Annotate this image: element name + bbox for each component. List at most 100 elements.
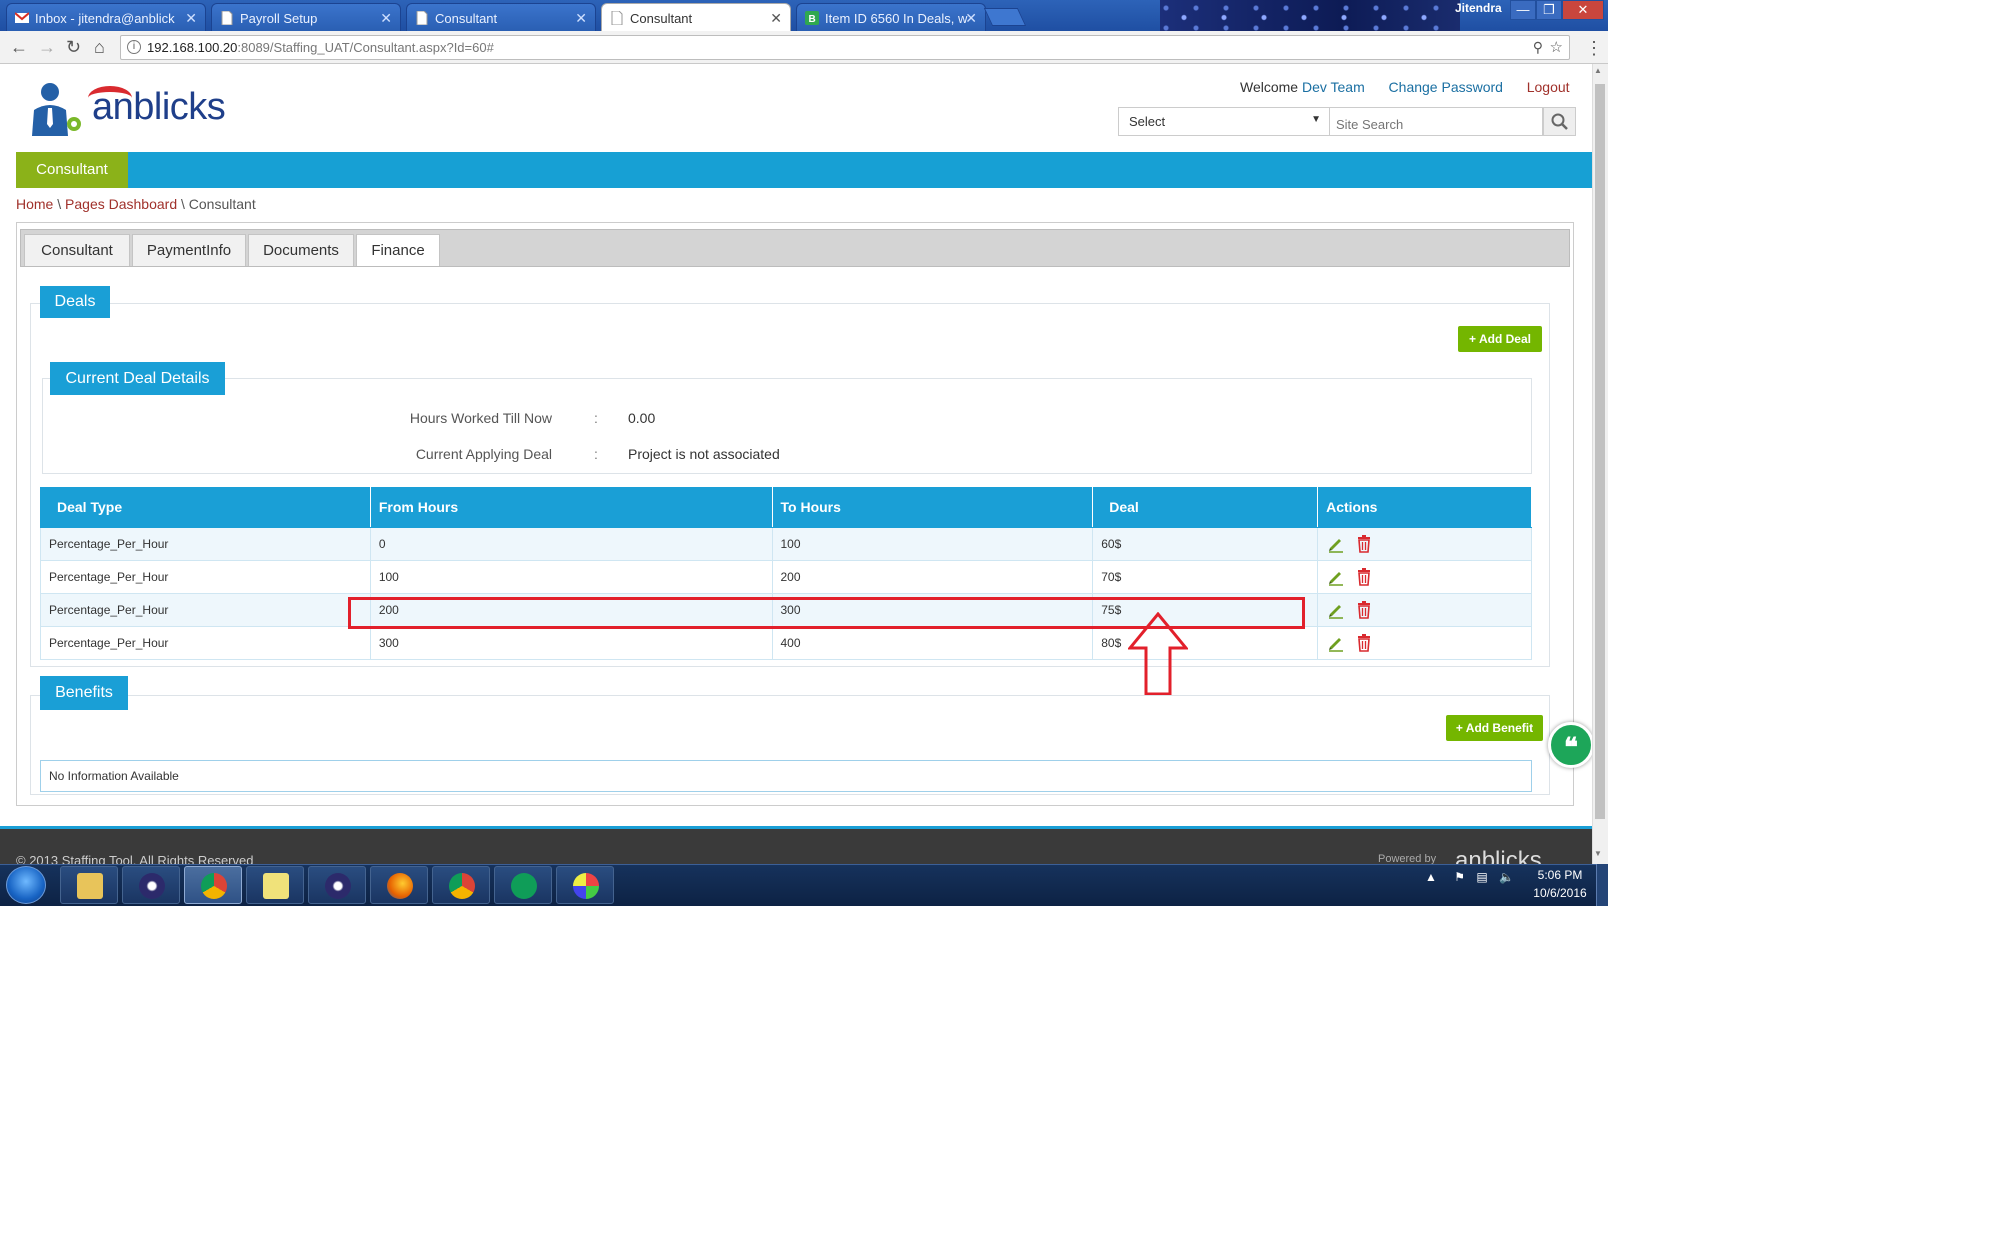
key-icon[interactable]: ⚲ (1533, 39, 1543, 56)
taskbar-app-chrome[interactable] (184, 866, 242, 904)
browser-menu-icon[interactable]: ⋮ (1585, 38, 1603, 59)
page-icon (611, 11, 623, 25)
taskbar-app-hangouts[interactable] (494, 866, 552, 904)
nav-tab-consultant[interactable]: Consultant (16, 152, 128, 188)
logout-link[interactable]: Logout (1527, 79, 1570, 95)
tray-expand-icon[interactable]: ▲ (1425, 870, 1437, 884)
close-icon[interactable]: ✕ (770, 10, 782, 27)
scroll-down-arrow-icon[interactable]: ▼ (1594, 849, 1602, 858)
site-search-input[interactable] (1330, 107, 1543, 136)
browser-tab-inbox[interactable]: Inbox - jitendra@anblick ✕ (6, 3, 206, 31)
column-header-from-hours: From Hours (369, 486, 773, 528)
clock-time[interactable]: 5:06 PM (1535, 868, 1585, 882)
close-icon[interactable]: ✕ (965, 10, 977, 27)
info-icon[interactable]: i (127, 40, 141, 54)
edit-pencil-icon[interactable] (1327, 535, 1345, 553)
url-path: :8089/Staffing_UAT/Consultant.aspx?Id=60… (237, 40, 494, 55)
volume-icon[interactable]: 🔈 (1499, 870, 1514, 884)
window-theme-image (1160, 0, 1460, 31)
back-icon[interactable]: ← (10, 37, 28, 58)
edit-pencil-icon[interactable] (1327, 568, 1345, 586)
bookmark-star-icon[interactable]: ☆ (1550, 38, 1563, 56)
cell-from-hours: 0 (369, 527, 773, 561)
reload-icon[interactable]: ↻ (66, 37, 81, 58)
browser-tab-payroll[interactable]: Payroll Setup ✕ (211, 3, 401, 31)
taskbar-app-eclipse[interactable] (122, 866, 180, 904)
header-links: Welcome Dev Team Change Password Logout (1240, 79, 1570, 95)
add-deal-button[interactable]: + Add Deal (1458, 326, 1542, 352)
taskbar-app-notes[interactable] (246, 866, 304, 904)
browser-tab-consultant[interactable]: Consultant ✕ (406, 3, 596, 31)
tab-finance[interactable]: Finance (356, 234, 440, 266)
column-header-to-hours: To Hours (771, 486, 1094, 528)
restore-button[interactable]: ❐ (1536, 0, 1562, 20)
browser-tab-label: Item ID 6560 In Deals, w (825, 11, 968, 26)
gmail-icon (15, 12, 29, 23)
profile-name[interactable]: Jitendra (1455, 1, 1502, 15)
system-tray: ▲ ⚑ ▤ 🔈 (1425, 870, 1514, 884)
url-host: 192.168.100.20 (147, 40, 238, 55)
cell-deal-type: Percentage_Per_Hour (40, 560, 371, 594)
close-icon[interactable]: ✕ (380, 10, 392, 27)
cell-deal: 80$ (1092, 626, 1319, 660)
site-logo-text[interactable]: anblicks (92, 86, 226, 129)
page-icon (416, 11, 428, 25)
tab-documents[interactable]: Documents (248, 234, 354, 266)
edit-pencil-icon[interactable] (1327, 601, 1345, 619)
delete-trash-icon[interactable] (1356, 634, 1372, 652)
browser-tab-item[interactable]: B Item ID 6560 In Deals, w ✕ (796, 3, 986, 31)
add-benefit-button[interactable]: + Add Benefit (1446, 715, 1543, 741)
cell-deal: 60$ (1092, 527, 1319, 561)
change-password-link[interactable]: Change Password (1389, 79, 1503, 95)
url-input[interactable]: i 192.168.100.20:8089/Staffing_UAT/Consu… (120, 35, 1570, 60)
scrollbar-thumb[interactable] (1595, 84, 1605, 819)
b-icon: B (805, 11, 819, 25)
taskbar-app-chrome-2[interactable] (432, 866, 490, 904)
svg-text:B: B (809, 14, 816, 25)
show-desktop-button[interactable] (1596, 864, 1608, 906)
delete-trash-icon[interactable] (1356, 535, 1372, 553)
taskbar-app-explorer[interactable] (60, 866, 118, 904)
network-icon[interactable]: ▤ (1476, 870, 1487, 884)
user-name-link[interactable]: Dev Team (1302, 79, 1365, 95)
taskbar-app-firefox[interactable] (370, 866, 428, 904)
search-button[interactable] (1543, 107, 1576, 136)
close-icon[interactable]: ✕ (185, 10, 197, 27)
clock-date[interactable]: 10/6/2016 (1530, 886, 1590, 900)
start-button[interactable] (6, 866, 46, 904)
breadcrumb-home[interactable]: Home (16, 196, 53, 212)
close-icon[interactable]: ✕ (575, 10, 587, 27)
current-applying-deal-label: Current Applying Deal (415, 446, 552, 462)
taskbar-app-paint[interactable] (556, 866, 614, 904)
cell-deal-type: Percentage_Per_Hour (40, 527, 371, 561)
cell-to-hours: 100 (771, 527, 1094, 561)
scroll-up-arrow-icon[interactable]: ▲ (1594, 66, 1602, 75)
home-icon[interactable]: ⌂ (94, 37, 105, 58)
cell-deal-type: Percentage_Per_Hour (40, 593, 371, 627)
page-icon (221, 11, 233, 25)
delete-trash-icon[interactable] (1356, 601, 1372, 619)
flag-icon[interactable]: ⚑ (1454, 870, 1465, 884)
forward-icon[interactable]: → (38, 37, 56, 58)
browser-tab-consultant-active[interactable]: Consultant ✕ (601, 3, 791, 31)
delete-trash-icon[interactable] (1356, 568, 1372, 586)
welcome-text: Welcome (1240, 79, 1299, 95)
tab-paymentinfo[interactable]: PaymentInfo (132, 234, 246, 266)
eclipse-icon (325, 873, 351, 899)
caret-down-icon: ▼ (1311, 114, 1321, 125)
minimize-button[interactable]: — (1510, 0, 1536, 20)
browser-tab-label: Consultant (630, 11, 693, 26)
cell-actions (1317, 560, 1532, 594)
search-scope-select[interactable]: Select ▼ (1118, 107, 1330, 136)
edit-pencil-icon[interactable] (1327, 634, 1345, 652)
taskbar-app-eclipse-2[interactable] (308, 866, 366, 904)
cell-to-hours: 200 (771, 560, 1094, 594)
chat-quote-icon[interactable]: ❝ (1548, 722, 1594, 768)
search-icon (1551, 113, 1568, 130)
deals-table: Deal Type From Hours To Hours Deal Actio… (40, 486, 1532, 660)
current-deal-details-section (42, 378, 1532, 474)
tab-consultant[interactable]: Consultant (24, 234, 130, 266)
column-header-deal-type: Deal Type (40, 486, 371, 528)
breadcrumb-dashboard[interactable]: Pages Dashboard (65, 196, 177, 212)
close-window-button[interactable]: ✕ (1562, 0, 1604, 20)
